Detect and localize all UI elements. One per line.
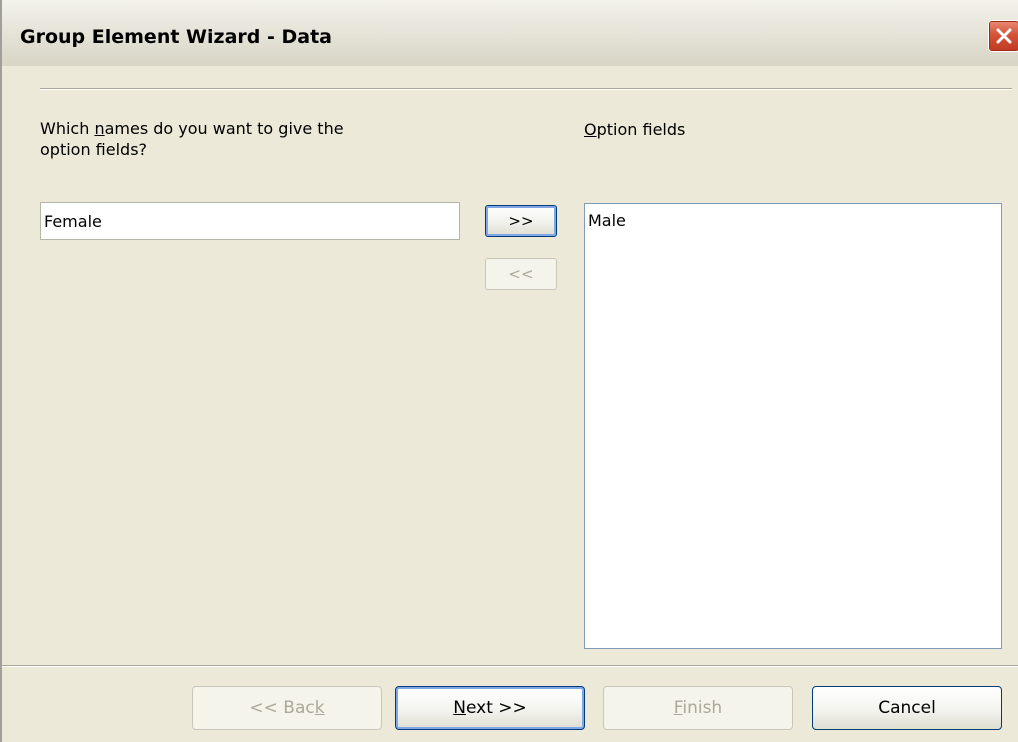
finish-button-text: inish [682,698,723,718]
option-fields-label-text: ption fields [596,120,686,139]
back-button[interactable]: << Back [192,686,382,730]
wizard-window: Group Element Wizard - Data Which names … [0,0,1018,742]
question-text-prefix: Which [40,119,95,138]
next-button-accelerator: N [453,698,466,718]
window-title: Group Element Wizard - Data [20,26,332,48]
header-separator [40,88,1012,90]
back-button-text: << Bac [249,698,315,718]
title-bar[interactable]: Group Element Wizard - Data [2,0,1018,66]
question-text-suffix: ames do you want to give the [104,119,344,138]
question-accelerator: n [94,119,105,138]
finish-button[interactable]: Finish [603,686,793,730]
cancel-button[interactable]: Cancel [812,686,1002,730]
close-button[interactable] [988,20,1018,52]
next-button[interactable]: Next >> [395,686,585,730]
option-name-input[interactable] [40,202,460,240]
option-fields-label: Option fields [584,120,685,139]
next-button-text: ext >> [465,698,527,718]
list-item[interactable]: Male [588,211,998,231]
footer-separator [2,665,1018,667]
option-fields-accelerator: O [584,120,597,139]
add-option-button[interactable]: >> [485,205,557,237]
back-button-accelerator: k [314,698,325,718]
question-text-line2: option fields? [40,140,148,159]
close-icon [996,28,1012,44]
question-label: Which names do you want to give the opti… [40,118,440,160]
remove-option-button[interactable]: << [485,258,557,290]
option-fields-list[interactable]: Male [584,203,1002,649]
